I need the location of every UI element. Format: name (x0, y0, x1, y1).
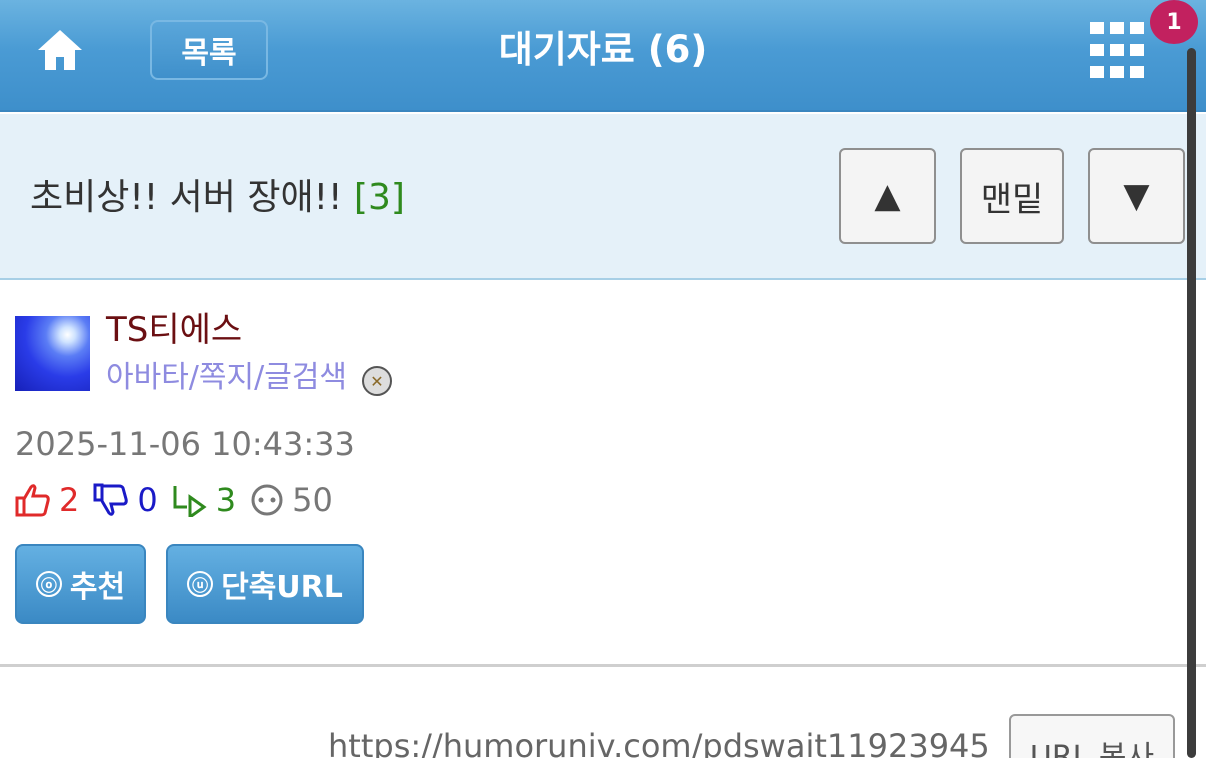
author-links[interactable]: 아바타/쪽지/글검색 (106, 358, 347, 398)
scroll-up-button[interactable]: ▲ (839, 148, 936, 244)
top-header: 목록 대기자료 (6) 1 (0, 0, 1206, 112)
recommend-button[interactable]: ⓞ 추천 (15, 544, 146, 624)
like-stat: 2 (15, 481, 79, 519)
eye-face-icon (251, 484, 283, 516)
short-url-button[interactable]: ⓤ 단축URL (166, 544, 364, 624)
dislike-stat: 0 (93, 481, 158, 519)
scroll-bottom-button[interactable]: 맨밑 (960, 148, 1064, 244)
notification-badge[interactable]: 1 (1150, 0, 1198, 44)
post-url: https://humoruniv.com/pdswait11923945 (328, 727, 990, 758)
reply-arrow-icon (173, 486, 207, 517)
post-title: 초비상!! 서버 장애!! [3] (30, 170, 405, 226)
thumbs-up-icon (15, 484, 50, 517)
level-icon: ✕ (362, 366, 392, 396)
post-stats: 2 0 3 50 (15, 478, 347, 522)
section-divider (0, 664, 1206, 667)
short-url-label: 단축URL (221, 570, 343, 605)
reply-stat: 3 (172, 481, 236, 519)
recommend-icon: ⓞ (35, 571, 62, 597)
thumbs-down-icon (93, 483, 129, 516)
page-title: 대기자료 (6) (498, 28, 708, 71)
scrollbar[interactable] (1187, 48, 1196, 758)
post-date: 2025-11-06 10:43:33 (15, 425, 355, 463)
short-url-icon: ⓤ (187, 571, 214, 597)
url-copy-button[interactable]: URL 복사 (1009, 714, 1175, 758)
like-count: 2 (59, 481, 80, 519)
apps-grid-icon[interactable] (1090, 22, 1154, 80)
post-title-bar: 초비상!! 서버 장애!! [3] ▲ 맨밑 ▼ (0, 114, 1206, 280)
view-count: 50 (292, 481, 333, 519)
view-stat: 50 (250, 481, 333, 519)
recommend-label: 추천 (69, 570, 126, 605)
reply-count: 3 (215, 481, 237, 519)
comment-count[interactable]: [3] (354, 177, 405, 218)
author-name[interactable]: TS티에스 (106, 308, 242, 352)
avatar[interactable] (15, 316, 90, 391)
scroll-down-button[interactable]: ▼ (1088, 148, 1185, 244)
dislike-count: 0 (137, 481, 158, 519)
post-title-text: 초비상!! 서버 장애!! (30, 177, 343, 218)
